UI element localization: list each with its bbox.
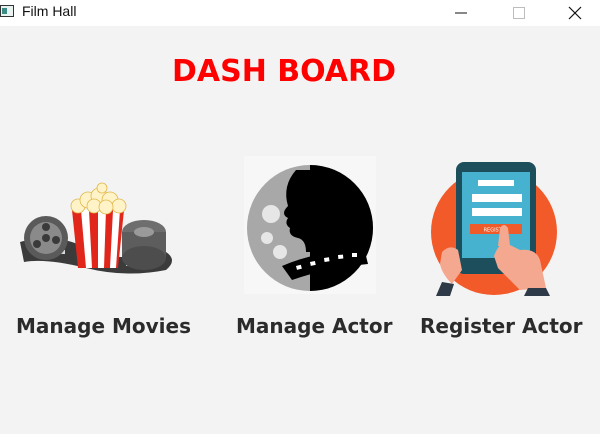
minimize-icon xyxy=(455,12,467,14)
register-actor-image[interactable]: REGISTER xyxy=(428,160,562,296)
window-titlebar: Film Hall xyxy=(0,0,600,26)
movies-popcorn-film-icon xyxy=(20,182,172,274)
maximize-button[interactable] xyxy=(490,0,548,26)
manage-actor-image[interactable] xyxy=(244,156,376,294)
manage-movies-label[interactable]: Manage Movies xyxy=(16,314,191,338)
actor-silhouette-icon xyxy=(244,156,376,294)
app-icon xyxy=(0,5,14,17)
window-title: Film Hall xyxy=(22,3,77,19)
minimize-button[interactable] xyxy=(432,0,490,26)
manage-actor-label[interactable]: Manage Actor xyxy=(236,314,392,338)
close-button[interactable] xyxy=(546,0,600,26)
page-title: DASH BOARD xyxy=(171,54,397,89)
tablet-register-icon: REGISTER xyxy=(431,162,557,296)
register-actor-label[interactable]: Register Actor xyxy=(420,314,583,338)
maximize-icon xyxy=(513,7,525,19)
close-icon xyxy=(568,6,582,20)
manage-movies-image[interactable] xyxy=(16,182,184,290)
